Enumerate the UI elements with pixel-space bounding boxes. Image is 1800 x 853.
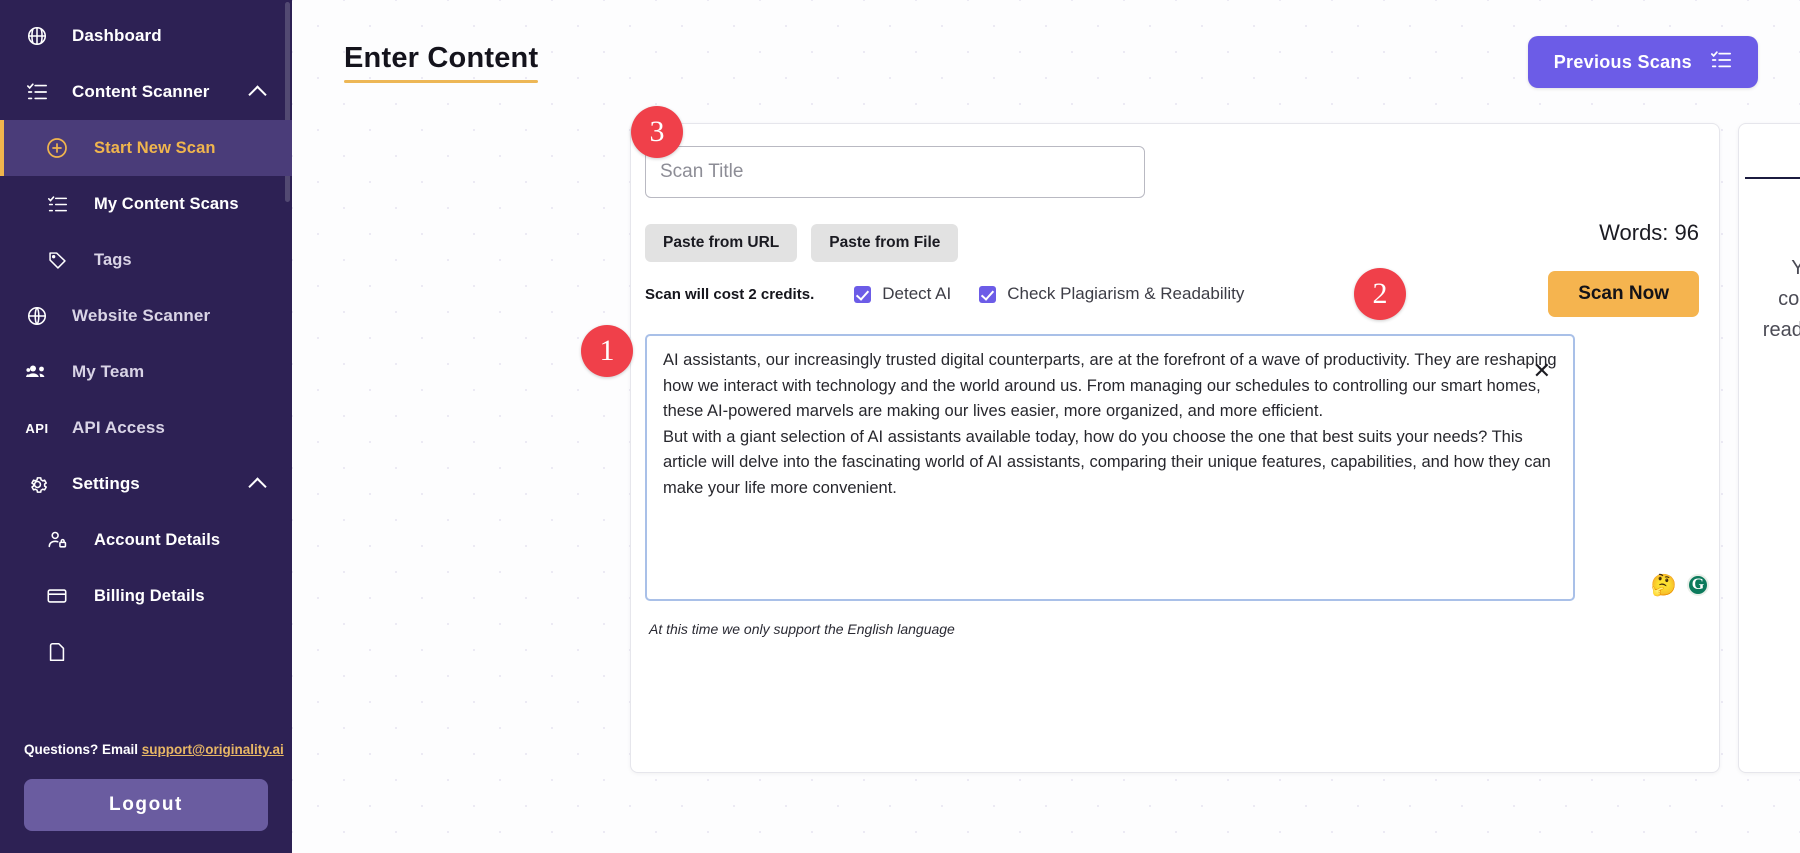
- paste-buttons-row: Paste from URL Paste from File: [645, 224, 958, 262]
- editor-tools: 🤔 G: [1651, 574, 1709, 596]
- callout-badge-2: 2: [1354, 268, 1406, 320]
- check-plagiarism-label: Check Plagiarism & Readability: [1007, 284, 1244, 304]
- language-note: At this time we only support the English…: [649, 621, 955, 637]
- sidebar-item-label: Website Scanner: [72, 306, 210, 326]
- enter-content-card: Paste from URL Paste from File Words: 96…: [630, 123, 1720, 773]
- sidebar-item-website-scanner[interactable]: Website Scanner: [0, 288, 292, 344]
- paste-from-file-button[interactable]: Paste from File: [811, 224, 958, 262]
- originality-brand: Originality.ai: [1739, 413, 1800, 458]
- sidebar-item-partially-hidden[interactable]: [0, 624, 292, 680]
- content-editor[interactable]: AI assistants, our increasingly trusted …: [645, 334, 1575, 601]
- document-icon: [42, 637, 72, 667]
- thinking-face-icon[interactable]: 🤔: [1651, 575, 1677, 596]
- user-lock-icon: [42, 525, 72, 555]
- previous-scans-label: Previous Scans: [1554, 52, 1692, 73]
- scan-title-input[interactable]: [645, 146, 1145, 198]
- callout-badge-3: 3: [631, 106, 683, 158]
- content-scan-panel: CONTENT SCAN You can scan text for AI co…: [1738, 123, 1800, 773]
- list-check-icon: [22, 77, 52, 107]
- detect-ai-checkbox[interactable]: Detect AI: [854, 284, 951, 304]
- brain-speech-bubble-icon: [1795, 413, 1800, 458]
- globe-grid-icon: [22, 21, 52, 51]
- sidebar-item-dashboard[interactable]: Dashboard: [0, 8, 292, 64]
- callout-badge-1: 1: [581, 325, 633, 377]
- people-icon: [22, 357, 52, 387]
- page-title: Enter Content: [344, 42, 538, 87]
- checkbox-checked-icon: [854, 286, 871, 303]
- sidebar-item-label: Account Details: [94, 531, 220, 550]
- sidebar-item-label: My Team: [72, 362, 144, 382]
- previous-scans-button[interactable]: Previous Scans: [1528, 36, 1758, 88]
- paste-from-url-button[interactable]: Paste from URL: [645, 224, 797, 262]
- api-icon: API: [22, 413, 52, 443]
- sidebar-item-label: API Access: [72, 418, 165, 438]
- sidebar-item-settings[interactable]: Settings: [0, 456, 292, 512]
- tag-icon: [42, 245, 72, 275]
- sidebar-item-label: Billing Details: [94, 587, 205, 606]
- sidebar-item-my-team[interactable]: My Team: [0, 344, 292, 400]
- sidebar-item-label: Tags: [94, 251, 132, 270]
- sidebar-item-api-access[interactable]: API API Access: [0, 400, 292, 456]
- support-email-link[interactable]: support@originality.ai: [142, 742, 284, 757]
- sidebar-item-account-details[interactable]: Account Details: [0, 512, 292, 568]
- list-check-icon: [42, 189, 72, 219]
- support-prefix: Questions? Email: [24, 742, 138, 757]
- sidebar-item-label: Start New Scan: [94, 139, 216, 158]
- support-line: Questions? Email support@originality.ai: [24, 728, 268, 779]
- app-root: Dashboard Content Scanner Start New Sca: [0, 0, 1800, 853]
- gear-icon: [22, 469, 52, 499]
- word-count: Words: 96: [1599, 220, 1699, 246]
- list-check-icon: [1710, 49, 1732, 76]
- credit-card-icon: [42, 581, 72, 611]
- check-plagiarism-checkbox[interactable]: Check Plagiarism & Readability: [979, 284, 1244, 304]
- checkbox-checked-icon: [979, 286, 996, 303]
- text-cursor-icon: ✕: [1533, 358, 1551, 384]
- tab-content-scan[interactable]: CONTENT SCAN: [1745, 124, 1800, 179]
- logout-button[interactable]: Logout: [24, 779, 268, 831]
- sidebar-nav: Dashboard Content Scanner Start New Sca: [0, 0, 292, 680]
- sidebar-item-label: Dashboard: [72, 26, 162, 46]
- scan-now-button[interactable]: Scan Now: [1548, 271, 1699, 317]
- sidebar-item-start-new-scan[interactable]: Start New Scan: [0, 120, 292, 176]
- main-content: Enter Content Previous Scans Paste from …: [292, 0, 1800, 853]
- sidebar-item-content-scanner[interactable]: Content Scanner: [0, 64, 292, 120]
- sidebar-item-label: My Content Scans: [94, 195, 239, 214]
- plus-circle-icon: [42, 133, 72, 163]
- sidebar-item-tags[interactable]: Tags: [0, 232, 292, 288]
- sidebar-footer: Questions? Email support@originality.ai …: [0, 728, 292, 853]
- sidebar: Dashboard Content Scanner Start New Sca: [0, 0, 292, 853]
- globe-icon: [22, 301, 52, 331]
- scan-options-row: Scan will cost 2 credits. Detect AI Chec…: [645, 284, 1272, 304]
- grammarly-icon[interactable]: G: [1687, 574, 1709, 596]
- chevron-up-icon[interactable]: [248, 85, 266, 103]
- sidebar-item-label: Settings: [72, 474, 140, 494]
- chevron-up-icon[interactable]: [248, 477, 266, 495]
- editor-paragraph-1: AI assistants, our increasingly trusted …: [663, 348, 1557, 425]
- detect-ai-label: Detect AI: [882, 284, 951, 304]
- editor-paragraph-2: But with a giant selection of AI assista…: [663, 425, 1557, 502]
- sidebar-item-label: Content Scanner: [72, 82, 210, 102]
- sidebar-item-billing-details[interactable]: Billing Details: [0, 568, 292, 624]
- sidebar-item-my-content-scans[interactable]: My Content Scans: [0, 176, 292, 232]
- panel-blurb: You can scan text for AI content, for pl…: [1739, 179, 1800, 377]
- credits-note: Scan will cost 2 credits.: [645, 286, 814, 303]
